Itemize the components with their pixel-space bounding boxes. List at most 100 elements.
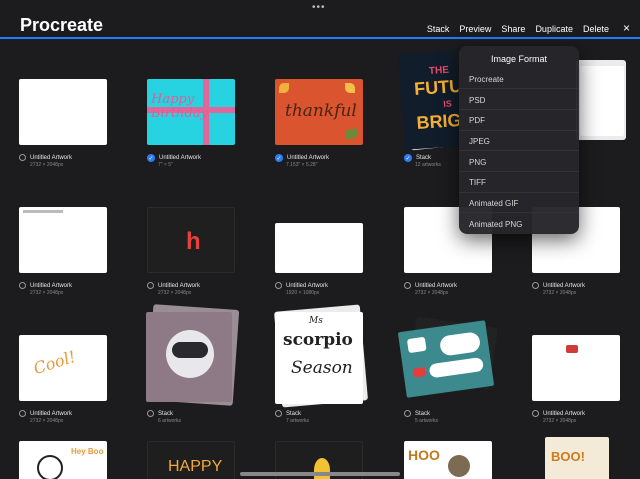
- stack-thumbnail[interactable]: [146, 312, 232, 402]
- future-text: IS: [442, 98, 453, 110]
- menu-item-png[interactable]: PNG: [469, 158, 486, 167]
- speech-bubble-shape: [438, 331, 482, 357]
- tile-title: Untitled Artwork: [287, 155, 330, 161]
- tile-caption[interactable]: Untitled Artwork: [404, 282, 457, 289]
- tile-size: 2732 × 2048px: [543, 418, 577, 424]
- tile-size: 7.153" × 5.28": [286, 162, 318, 168]
- select-radio[interactable]: [275, 282, 282, 289]
- artwork-thumbnail[interactable]: [532, 335, 620, 401]
- select-radio[interactable]: [532, 282, 539, 289]
- share-button[interactable]: Share: [501, 24, 525, 34]
- checkmark-icon[interactable]: ✓: [147, 154, 155, 162]
- menu-item-animated-gif[interactable]: Animated GIF: [469, 199, 518, 208]
- artwork-thumbnail[interactable]: Cool!: [19, 335, 107, 401]
- home-indicator[interactable]: [240, 472, 400, 476]
- stack-thumbnail[interactable]: BOO!: [545, 437, 609, 479]
- select-radio[interactable]: [404, 410, 411, 417]
- select-radio[interactable]: [275, 410, 282, 417]
- delete-button[interactable]: Delete: [583, 24, 609, 34]
- select-radio[interactable]: [19, 154, 26, 161]
- menu-item-pdf[interactable]: PDF: [469, 116, 485, 125]
- select-radio[interactable]: [147, 282, 154, 289]
- select-radio[interactable]: [147, 410, 154, 417]
- menu-item-animated-png[interactable]: Animated PNG: [469, 220, 522, 229]
- sticker-shape: [406, 336, 427, 354]
- ghost-shape: [37, 455, 63, 479]
- tile-caption[interactable]: Untitled Artwork: [19, 410, 72, 417]
- scorpio-text: Ms: [309, 316, 323, 326]
- select-radio[interactable]: [404, 282, 411, 289]
- artwork-thumbnail[interactable]: h: [147, 207, 235, 273]
- duplicate-button[interactable]: Duplicate: [535, 24, 573, 34]
- checkmark-icon[interactable]: ✓: [404, 154, 412, 162]
- stack-thumbnail[interactable]: [397, 320, 495, 398]
- sketch-line: [23, 210, 63, 213]
- tile-size: 2732 × 2048px: [30, 290, 64, 296]
- artwork-thumbnail[interactable]: thankful: [275, 79, 363, 145]
- scorpio-text: Season: [291, 358, 353, 378]
- menu-item-tiff[interactable]: TIFF: [469, 178, 486, 187]
- tile-caption[interactable]: Untitled Artwork: [532, 410, 585, 417]
- menu-item-jpeg[interactable]: JPEG: [469, 137, 490, 146]
- future-text: FUTU: [413, 75, 463, 100]
- preview-button[interactable]: Preview: [459, 24, 491, 34]
- artwork-thumbnail[interactable]: [19, 79, 107, 145]
- artwork-thumbnail[interactable]: Hey Boo: [19, 441, 107, 479]
- tile-title: Untitled Artwork: [159, 155, 202, 161]
- leaf-icon: [279, 83, 289, 93]
- tile-size: 7 artworks: [286, 418, 310, 424]
- tile-title: Untitled Artwork: [286, 282, 329, 289]
- tile-caption[interactable]: Untitled Artwork: [532, 282, 585, 289]
- close-icon[interactable]: ×: [623, 22, 630, 34]
- selection-mode-indicator: [0, 37, 640, 39]
- tile-size: 2732 × 2048px: [415, 290, 449, 296]
- tile-caption[interactable]: Stack: [404, 410, 430, 417]
- thankful-text: thankful: [285, 101, 357, 121]
- select-radio[interactable]: [532, 410, 539, 417]
- tile-title: Untitled Artwork: [543, 410, 586, 417]
- tile-caption[interactable]: Untitled Artwork: [19, 154, 72, 161]
- menu-divider: [459, 192, 579, 193]
- birthday-text: Happy Birthday: [151, 92, 208, 121]
- tile-caption[interactable]: Stack: [147, 410, 173, 417]
- menu-divider: [459, 130, 579, 131]
- tile-size: 2732 × 2048px: [30, 162, 64, 168]
- tile-title: Untitled Artwork: [30, 154, 73, 161]
- stack-thumbnail[interactable]: THE FUTU IS BRIG: [397, 50, 463, 150]
- tile-size: 7" × 5": [158, 162, 173, 168]
- artwork-thumbnail[interactable]: [275, 223, 363, 273]
- boo-text: BOO!: [551, 449, 585, 464]
- tile-size: 2732 × 2048px: [543, 290, 577, 296]
- tile-caption[interactable]: ✓ Untitled Artwork: [275, 154, 329, 162]
- youtube-icon: [413, 367, 427, 378]
- stack-thumbnail[interactable]: Ms scorpio Season: [275, 312, 363, 404]
- tile-caption[interactable]: ✓ Untitled Artwork: [147, 154, 201, 162]
- helmet-visor: [172, 342, 208, 358]
- red-mark: [566, 345, 578, 353]
- gallery-header: Procreate Stack Preview Share Duplicate …: [0, 0, 640, 39]
- app-title: Procreate: [20, 15, 104, 35]
- tile-caption[interactable]: Untitled Artwork: [19, 282, 72, 289]
- artwork-thumbnail[interactable]: [19, 207, 107, 273]
- hoo-text: HOO: [408, 447, 440, 463]
- tile-caption[interactable]: Untitled Artwork: [147, 282, 200, 289]
- artwork-thumbnail[interactable]: HAPPY: [147, 441, 235, 479]
- artwork-thumbnail[interactable]: [580, 66, 624, 136]
- stack-thumbnail[interactable]: HOO: [404, 441, 492, 479]
- speech-bubble-shape: [428, 356, 485, 379]
- future-text: THE: [428, 64, 450, 77]
- menu-item-procreate[interactable]: Procreate: [469, 75, 504, 84]
- tile-title: Untitled Artwork: [158, 282, 201, 289]
- cool-text: Cool!: [31, 346, 78, 379]
- select-radio[interactable]: [19, 410, 26, 417]
- tile-title: Stack: [158, 410, 174, 417]
- tile-caption[interactable]: Untitled Artwork: [275, 282, 328, 289]
- stack-button[interactable]: Stack: [427, 24, 450, 34]
- tile-caption[interactable]: Stack: [275, 410, 301, 417]
- checkmark-icon[interactable]: ✓: [275, 154, 283, 162]
- hey-text: Hey Boo: [71, 447, 104, 456]
- menu-item-psd[interactable]: PSD: [469, 96, 485, 105]
- artwork-thumbnail[interactable]: Happy Birthday: [147, 79, 235, 145]
- select-radio[interactable]: [19, 282, 26, 289]
- tile-caption[interactable]: ✓ Stack: [404, 154, 431, 162]
